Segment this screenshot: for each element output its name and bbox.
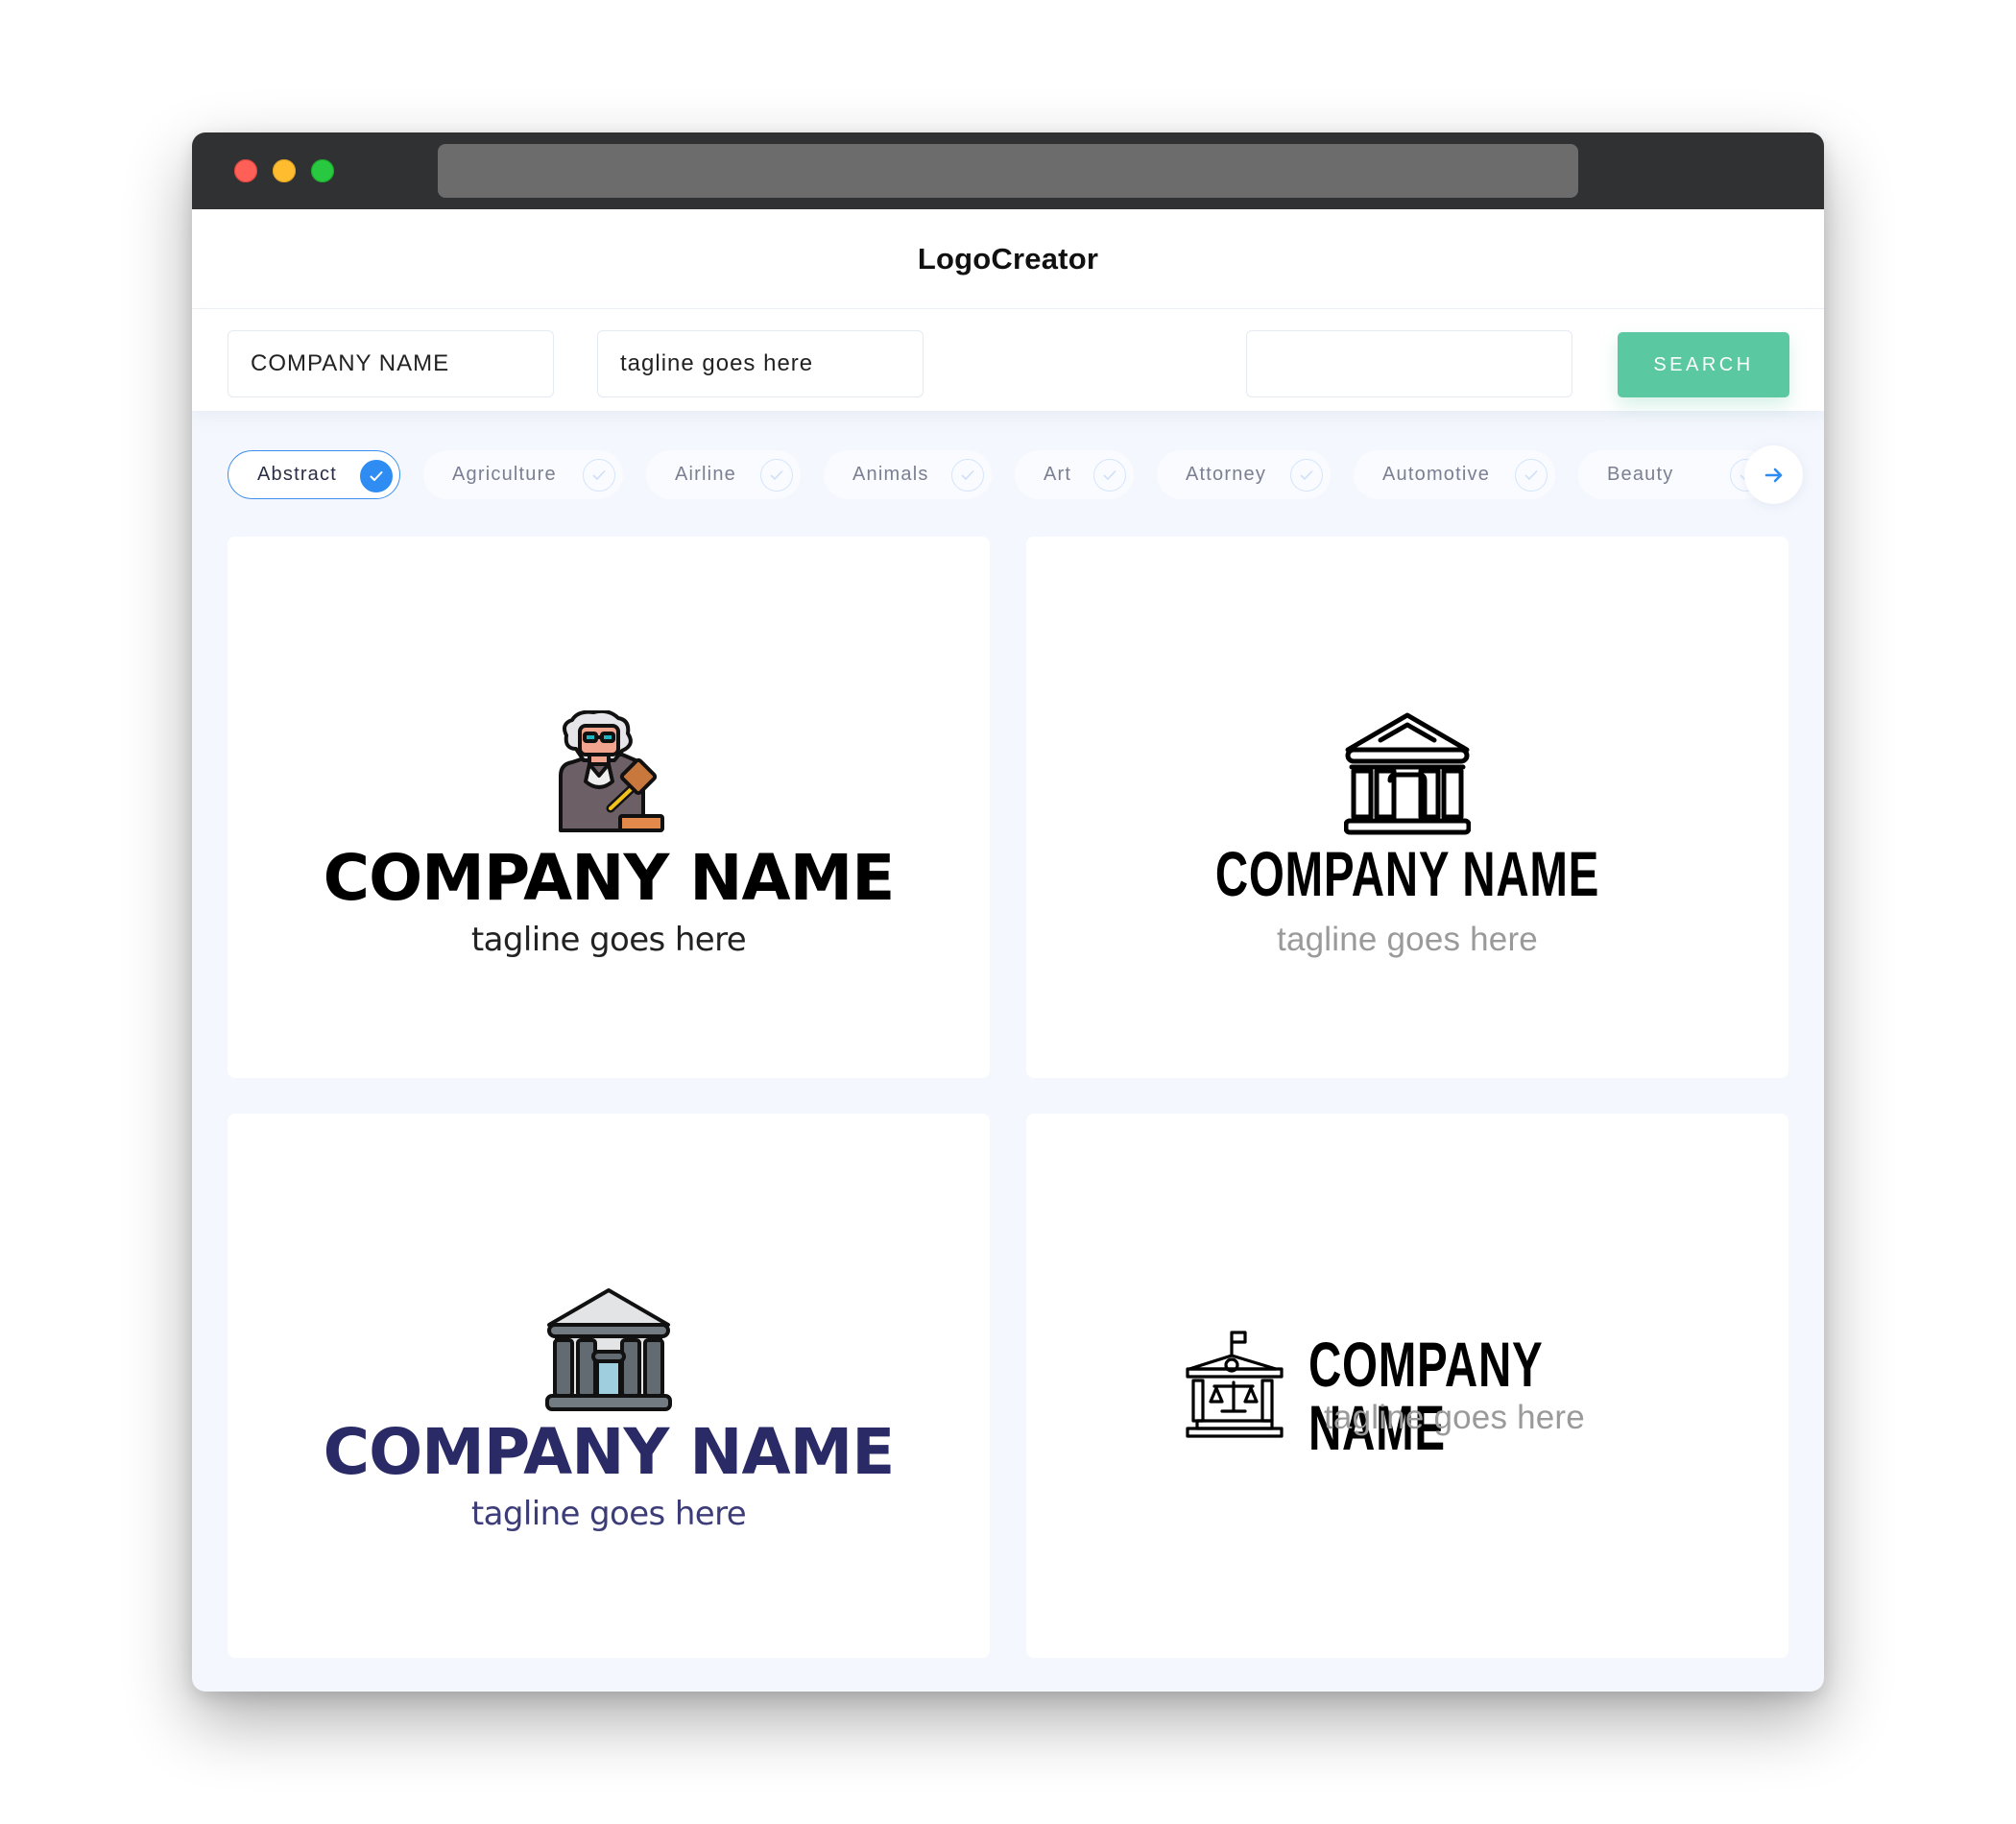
logo-company-name: COMPANY NAME	[1308, 1329, 1543, 1463]
logo-tagline: tagline goes here	[1324, 1399, 1585, 1436]
minimize-window-button[interactable]	[273, 159, 296, 182]
checkmark-icon	[760, 459, 793, 492]
app-title: LogoCreator	[917, 241, 1099, 276]
logo-card[interactable]: COMPANY NAME tagline goes here	[228, 1114, 990, 1658]
logo-company-name: COMPANY NAME	[1214, 838, 1600, 909]
category-chip-label: Beauty	[1607, 464, 1674, 485]
category-chip-beauty[interactable]: Beauty	[1578, 450, 1770, 499]
checkmark-icon	[951, 459, 984, 492]
category-chip-art[interactable]: Art	[1015, 450, 1134, 499]
scroll-categories-right-button[interactable]	[1744, 445, 1803, 504]
close-window-button[interactable]	[234, 159, 257, 182]
logo-company-name: COMPANY NAME	[323, 1415, 896, 1489]
logo-card[interactable]: COMPANY NAME tagline goes here	[228, 537, 990, 1078]
app-header: LogoCreator	[192, 209, 1824, 309]
logo-tagline: tagline goes here	[470, 921, 747, 959]
checkmark-icon	[1515, 459, 1548, 492]
courthouse-filled-icon	[545, 1288, 672, 1411]
category-filter-bar: Abstract Agriculture Airline Animals Art…	[192, 411, 1824, 532]
logo-card[interactable]: COMPANY NAME tagline goes here	[1026, 537, 1788, 1078]
logo-tagline: tagline goes here	[470, 1495, 747, 1533]
checkmark-icon	[1290, 459, 1323, 492]
search-row: COMPANY NAME tagline goes here SEARCH	[192, 309, 1824, 411]
category-chip-label: Agriculture	[452, 464, 557, 485]
logo-card[interactable]: COMPANY NAME tagline goes here	[1026, 1114, 1788, 1658]
category-chip-automotive[interactable]: Automotive	[1354, 450, 1555, 499]
browser-window: LogoCreator COMPANY NAME tagline goes he…	[192, 132, 1824, 1692]
judge-with-gavel-icon	[559, 710, 664, 832]
courthouse-scales-icon	[1186, 1331, 1284, 1438]
logo-tagline: tagline goes here	[1277, 921, 1538, 958]
checkmark-icon	[1093, 459, 1126, 492]
category-chip-animals[interactable]: Animals	[824, 450, 992, 499]
logo-company-name: COMPANY NAME	[323, 841, 896, 915]
keyword-search-input[interactable]	[1246, 330, 1572, 397]
category-chip-abstract[interactable]: Abstract	[228, 450, 400, 499]
maximize-window-button[interactable]	[311, 159, 334, 182]
search-button[interactable]: SEARCH	[1618, 332, 1789, 397]
category-chip-label: Art	[1044, 464, 1072, 485]
category-chip-label: Automotive	[1382, 464, 1491, 485]
category-chip-label: Attorney	[1186, 464, 1267, 485]
title-bar	[192, 132, 1824, 209]
checkmark-icon	[360, 460, 393, 492]
courthouse-outline-icon	[1344, 712, 1471, 835]
category-chip-agriculture[interactable]: Agriculture	[423, 450, 623, 499]
category-chip-attorney[interactable]: Attorney	[1157, 450, 1331, 499]
category-chip-label: Animals	[852, 464, 929, 485]
arrow-right-icon	[1764, 468, 1782, 482]
category-chip-label: Abstract	[257, 464, 337, 485]
tagline-input[interactable]: tagline goes here	[597, 330, 924, 397]
category-chip-label: Airline	[675, 464, 736, 485]
category-chip-airline[interactable]: Airline	[646, 450, 801, 499]
address-bar[interactable]	[438, 144, 1578, 198]
company-name-input[interactable]: COMPANY NAME	[228, 330, 554, 397]
checkmark-icon	[583, 459, 615, 492]
